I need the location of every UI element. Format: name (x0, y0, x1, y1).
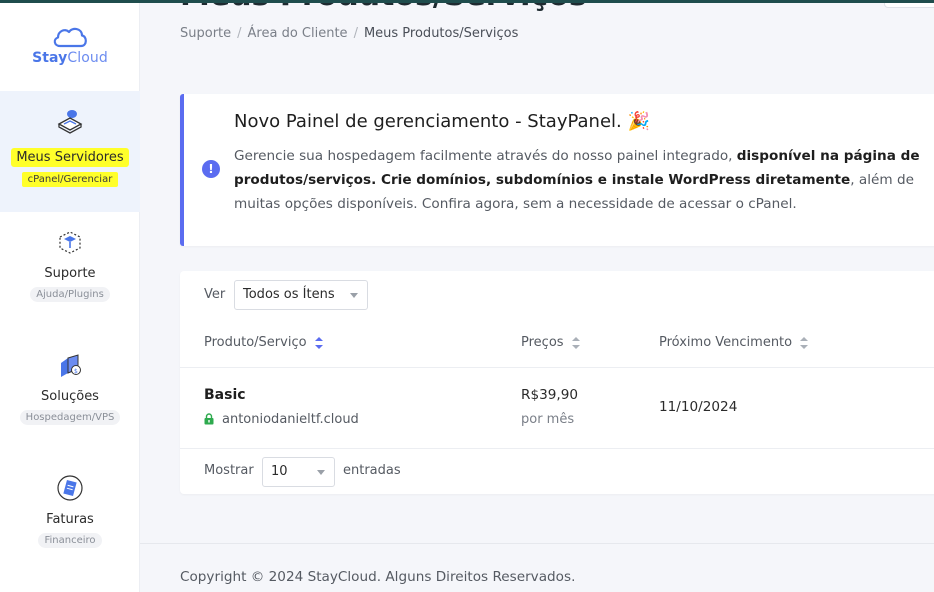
breadcrumb-current: Meus Produtos/Serviços (363, 26, 519, 41)
svg-text:$: $ (74, 368, 78, 375)
product-period: por mês (521, 412, 575, 427)
sidebar-item-solucoes[interactable]: $ Soluções Hospedagem/VPS (0, 351, 140, 425)
solutions-icon: $ (61, 354, 81, 377)
top-accent-line (0, 0, 934, 3)
server-icon (57, 110, 83, 134)
product-due-date: 11/10/2024 (659, 399, 738, 415)
sidebar-item-sub: cPanel/Gerenciar (21, 172, 119, 187)
exclamation-icon: ! (202, 160, 220, 178)
logo[interactable]: StayCloud (0, 26, 140, 66)
sidebar-item-meus-servidores[interactable]: Meus Servidores cPanel/Gerenciar (0, 91, 140, 212)
chevron-down-icon (317, 470, 325, 475)
sidebar: StayCloud Meus Servidores cPanel/Gerenci… (0, 0, 140, 592)
column-header-vencimento[interactable]: Próximo Vencimento (659, 335, 809, 350)
alert-text: Gerencie sua hospedagem facilmente atrav… (234, 148, 920, 212)
staypanel-alert: ! Novo Painel de gerenciamento - StayPan… (180, 94, 934, 246)
sidebar-item-label: Soluções (41, 389, 99, 404)
column-header-precos[interactable]: Preços (521, 335, 580, 350)
breadcrumb: Suporte / Área do Cliente / Meus Produtos/Se… (180, 26, 518, 41)
footer-divider (140, 543, 934, 544)
product-price: R$39,90 (521, 387, 579, 403)
alert-title: Novo Painel de gerenciamento - StayPanel… (234, 111, 650, 132)
breadcrumb-separator: / (353, 26, 358, 41)
divider (180, 448, 934, 449)
sidebar-item-sub: Hospedagem/VPS (19, 410, 121, 425)
cloud-logo-icon (53, 27, 87, 48)
breadcrumb-separator: / (237, 26, 242, 41)
lock-icon (204, 413, 214, 425)
product-domain[interactable]: antoniodanieltf.cloud (204, 412, 359, 427)
sidebar-item-label: Meus Servidores (11, 148, 129, 167)
logo-text: StayCloud (32, 50, 108, 66)
products-table-card: Ver Todos os Ítens Produto/Serviço Preço… (180, 271, 934, 494)
sidebar-item-suporte[interactable]: Suporte Ajuda/Plugins (0, 228, 140, 302)
sidebar-item-faturas[interactable]: Faturas Financeiro (0, 474, 140, 548)
breadcrumb-item[interactable]: Área do Cliente (248, 26, 348, 41)
column-header-produto[interactable]: Produto/Serviço (204, 335, 323, 350)
sidebar-item-sub: Financeiro (38, 533, 102, 548)
filter-label: Ver (204, 287, 226, 302)
filter-select[interactable]: Todos os Ítens (234, 280, 368, 310)
divider (180, 367, 934, 368)
breadcrumb-item[interactable]: Suporte (180, 26, 231, 41)
party-popper-icon: 🎉 (627, 111, 650, 132)
support-box-icon (59, 231, 81, 254)
sidebar-item-sub: Ajuda/Plugins (30, 287, 110, 302)
sort-icon (314, 336, 323, 349)
invoice-icon (57, 475, 83, 501)
sort-icon (800, 336, 809, 349)
product-name[interactable]: Basic (204, 387, 246, 403)
show-entries-label: Mostrar (204, 463, 254, 478)
footer-copyright: Copyright © 2024 StayCloud. Alguns Direi… (180, 569, 576, 585)
entries-select[interactable]: 10 (262, 457, 335, 487)
sort-icon (571, 336, 580, 349)
sidebar-item-label: Faturas (46, 512, 94, 527)
entries-label: entradas (343, 463, 401, 478)
sidebar-item-label: Suporte (44, 266, 96, 281)
chevron-down-icon (350, 293, 358, 298)
